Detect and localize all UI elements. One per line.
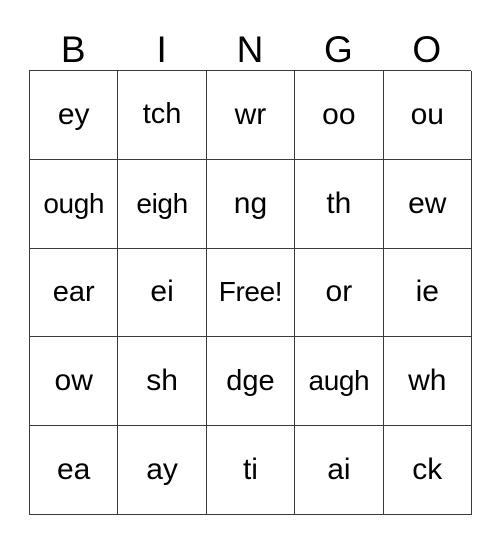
bingo-cell-label: sh: [146, 364, 178, 398]
bingo-cell-label: wr: [234, 97, 267, 131]
bingo-header-letter: I: [156, 29, 167, 70]
bingo-row: ey tch wr oo ou: [30, 71, 472, 160]
bingo-cell-label: ew: [408, 186, 447, 220]
bingo-cell[interactable]: ie: [383, 248, 472, 338]
bingo-row: ough eigh ng th ew: [30, 159, 472, 249]
bingo-cell[interactable]: ough: [30, 159, 119, 249]
bingo-cell[interactable]: ei: [118, 248, 207, 338]
bingo-cell[interactable]: ay: [118, 426, 207, 515]
bingo-cell-label: wh: [408, 364, 447, 398]
bingo-cell-label: ea: [57, 453, 91, 487]
bingo-grid: ey tch wr oo ou ough eigh ng th ew ear e…: [29, 70, 472, 515]
bingo-cell-label: ti: [242, 453, 258, 487]
bingo-header-cell-n: N: [206, 12, 294, 70]
bingo-cell[interactable]: tch: [118, 71, 207, 160]
bingo-cell[interactable]: ear: [30, 248, 119, 338]
bingo-row: ea ay ti ai ck: [30, 426, 472, 515]
bingo-header-row: B I N G O: [29, 12, 471, 70]
bingo-cell[interactable]: or: [295, 248, 384, 338]
bingo-cell[interactable]: ou: [383, 71, 472, 160]
bingo-cell[interactable]: ai: [295, 426, 384, 515]
bingo-cell[interactable]: ey: [30, 71, 119, 160]
bingo-cell[interactable]: ow: [30, 337, 119, 427]
bingo-cell[interactable]: sh: [118, 337, 207, 427]
bingo-cell[interactable]: wr: [206, 71, 296, 160]
bingo-card: B I N G O ey tch wr oo ou ough eigh ng t…: [29, 12, 472, 515]
bingo-header-letter: B: [60, 29, 86, 70]
bingo-cell[interactable]: ea: [30, 426, 119, 515]
bingo-cell-label: tch: [142, 98, 182, 131]
bingo-cell-label: ie: [415, 275, 439, 309]
bingo-cell[interactable]: ti: [206, 426, 296, 515]
bingo-cell-label: th: [326, 186, 352, 220]
bingo-cell-label: Free!: [218, 276, 283, 308]
bingo-row: ear ei Free! or ie: [30, 248, 472, 338]
bingo-cell-label: dge: [226, 364, 275, 397]
bingo-header-cell-g: G: [294, 12, 382, 70]
bingo-cell[interactable]: ck: [383, 426, 472, 515]
bingo-cell-label: or: [325, 275, 353, 309]
bingo-cell[interactable]: augh: [295, 337, 384, 427]
bingo-cell-label: ai: [327, 453, 351, 487]
bingo-cell-label: oo: [322, 97, 356, 131]
bingo-cell-label: ow: [54, 364, 93, 398]
bingo-header-letter: N: [236, 29, 264, 70]
bingo-cell[interactable]: ng: [206, 159, 296, 249]
bingo-cell[interactable]: oo: [295, 71, 384, 160]
bingo-header-cell-i: I: [117, 12, 205, 70]
bingo-cell-label: ough: [43, 187, 105, 219]
bingo-cell-label: ou: [410, 97, 444, 131]
bingo-cell[interactable]: dge: [206, 337, 296, 427]
bingo-cell-label: augh: [308, 365, 370, 397]
bingo-cell[interactable]: th: [295, 159, 384, 249]
bingo-cell-free-space[interactable]: Free!: [206, 248, 296, 338]
bingo-cell[interactable]: wh: [383, 337, 472, 427]
bingo-cell-label: ng: [233, 186, 268, 220]
bingo-cell[interactable]: ew: [383, 159, 472, 249]
bingo-cell[interactable]: eigh: [118, 159, 207, 249]
bingo-cell-label: ck: [412, 453, 443, 487]
bingo-cell-label: eigh: [136, 187, 188, 219]
bingo-header-letter: O: [412, 29, 442, 70]
bingo-cell-label: ear: [52, 275, 95, 308]
bingo-cell-label: ay: [146, 453, 178, 487]
bingo-row: ow sh dge augh wh: [30, 337, 472, 427]
bingo-cell-label: ei: [150, 275, 174, 309]
bingo-header-cell-o: O: [383, 12, 471, 70]
bingo-header-letter: G: [323, 29, 353, 70]
bingo-header-cell-b: B: [29, 12, 117, 70]
bingo-cell-label: ey: [57, 97, 90, 131]
